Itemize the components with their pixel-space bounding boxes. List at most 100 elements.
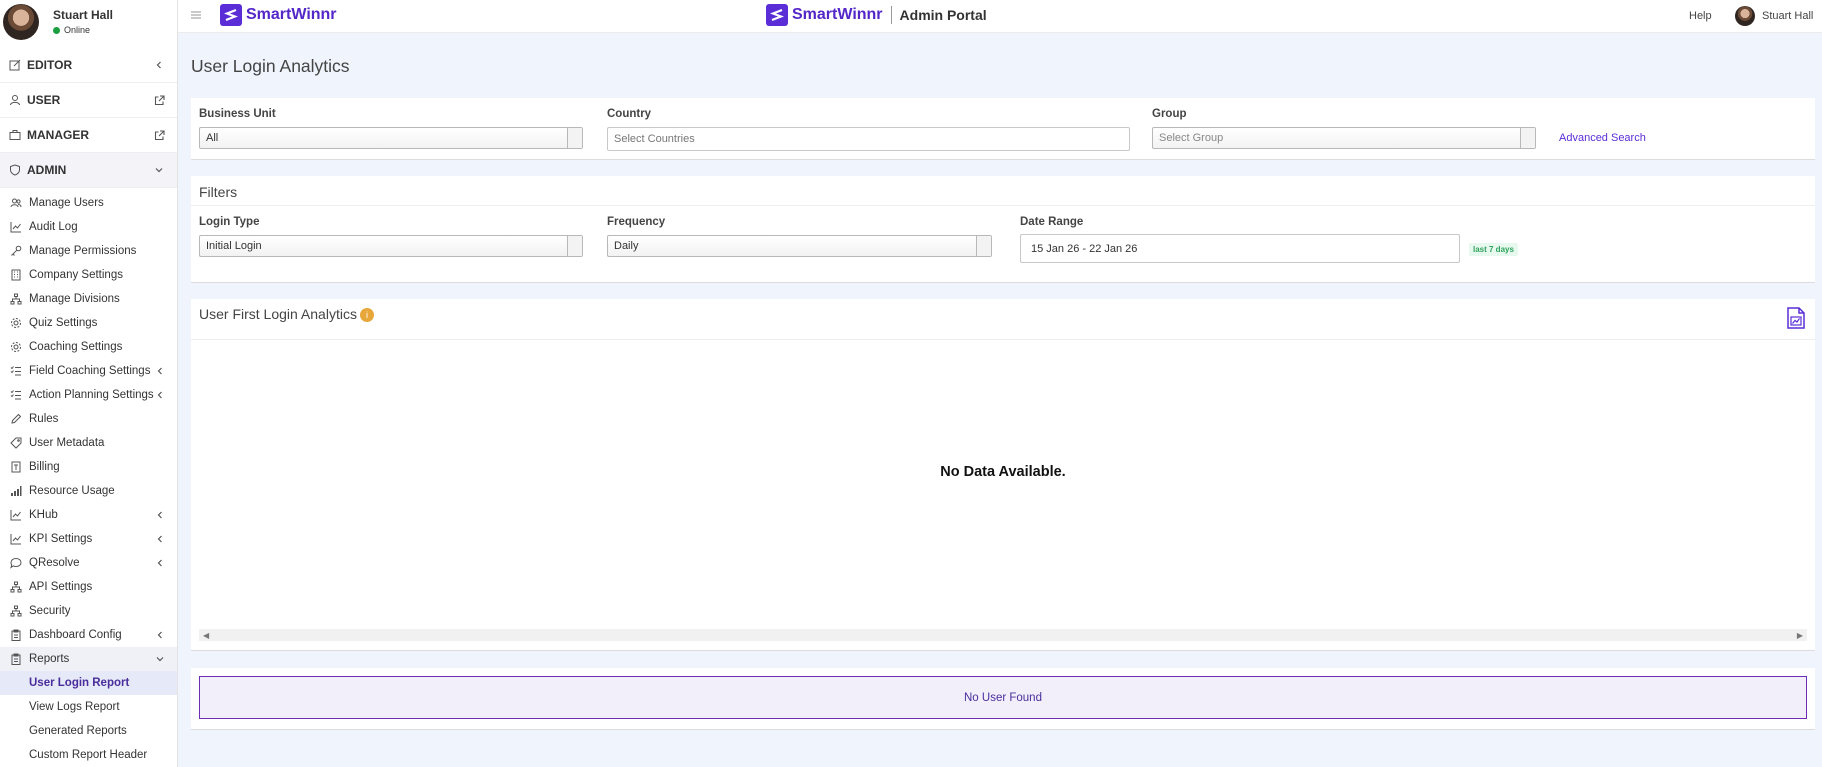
hierarchy-icon [10,605,22,617]
sidebar-user-panel: Stuart Hall Online [0,0,177,43]
sidebar-section-admin[interactable]: ADMIN [0,153,177,188]
sidebar-subitem-user-login-report[interactable]: User Login Report [0,671,177,695]
sidebar-item-kpi-settings[interactable]: KPI Settings [0,527,177,551]
sidebar-item-billing[interactable]: Billing [0,455,177,479]
sidebar-item-security[interactable]: Security [0,599,177,623]
analytics-title-row: User First Login Analytics i [199,306,374,323]
sidebar-item-manage-divisions[interactable]: Manage Divisions [0,287,177,311]
external-link-icon[interactable] [153,94,165,106]
sidebar-section-user[interactable]: USER [0,83,177,118]
group-placeholder: Select Group [1159,132,1224,144]
chevron-left-icon [155,390,165,400]
sidebar-item-qresolve[interactable]: QResolve [0,551,177,575]
dropdown-arrow-icon [976,236,991,256]
sidebar-section-manager[interactable]: MANAGER [0,118,177,153]
business-unit-label: Business Unit [199,108,276,120]
business-unit-value: All [206,132,219,144]
chevron-left-icon [155,630,165,640]
portal-divider [890,6,892,24]
clipboard-icon [10,629,22,641]
scroll-right-icon[interactable]: ▶ [1797,631,1803,640]
list-checks-icon [10,389,22,401]
user-status: Online [53,25,113,35]
group-select[interactable]: Select Group [1152,127,1536,149]
search-panel: Business Unit All Country Select Countri… [191,98,1815,160]
filters-title: Filters [199,184,238,200]
sidebar-item-label: Security [29,605,71,617]
pen-icon [10,413,22,425]
chevron-down-icon [153,164,165,176]
login-type-select[interactable]: Initial Login [199,235,583,257]
brand-logo[interactable]: SmartWinnr [220,4,337,26]
sidebar-item-coaching-settings[interactable]: Coaching Settings [0,335,177,359]
sidebar-item-manage-users[interactable]: Manage Users [0,191,177,215]
edit-icon [8,59,21,72]
sidebar-item-manage-permissions[interactable]: Manage Permissions [0,239,177,263]
hierarchy-icon [10,293,22,305]
sidebar-item-label: Company Settings [29,269,123,281]
sidebar-item-reports[interactable]: Reports [0,647,177,671]
sidebar-item-api-settings[interactable]: API Settings [0,575,177,599]
sidebar-item-rules[interactable]: Rules [0,407,177,431]
frequency-select[interactable]: Daily [607,235,992,257]
sidebar-section-editor[interactable]: EDITOR [0,48,177,83]
frequency-label: Frequency [607,216,666,228]
user-avatar [3,3,39,40]
line-chart-icon [10,221,22,233]
export-report-icon[interactable] [1785,306,1807,330]
clipboard-icon [10,653,22,665]
sidebar-item-label: Rules [29,413,59,425]
hamburger-menu-icon[interactable] [190,9,202,21]
sidebar-item-action-planning-settings[interactable]: Action Planning Settings [0,383,177,407]
sidebar-subitem-custom-report-header[interactable]: Custom Report Header [0,743,177,767]
horizontal-scrollbar[interactable]: ◀ ▶ [199,629,1807,641]
key-icon [10,245,22,257]
sidebar-item-field-coaching-settings[interactable]: Field Coaching Settings [0,359,177,383]
analytics-divider [191,339,1815,340]
sidebar-section-user-label: USER [27,93,61,107]
tag-icon [10,437,22,449]
sidebar-item-label: QResolve [29,557,80,569]
dropdown-arrow-icon [1520,128,1535,148]
sidebar-item-label: Reports [29,653,70,665]
page-title: User Login Analytics [191,56,350,76]
chevron-left-icon [155,534,165,544]
business-unit-select[interactable]: All [199,127,583,149]
dropdown-arrow-icon [567,236,582,256]
sidebar-item-khub[interactable]: KHub [0,503,177,527]
smartwinnr-logo-icon [766,4,788,26]
login-type-label: Login Type [199,216,260,228]
no-data-message: No Data Available. [940,464,1066,480]
date-range-value: 15 Jan 26 - 22 Jan 26 [1031,242,1138,255]
sidebar-item-audit-log[interactable]: Audit Log [0,215,177,239]
user-icon [8,94,21,107]
smartwinnr-logo-icon [220,4,242,26]
sidebar-subitem-view-logs-report[interactable]: View Logs Report [0,695,177,719]
login-type-value: Initial Login [206,240,262,252]
sidebar-subitem-generated-reports[interactable]: Generated Reports [0,719,177,743]
gear-icon [10,341,22,353]
briefcase-icon [8,129,21,142]
date-range-label: Date Range [1020,216,1084,228]
sidebar-item-dashboard-config[interactable]: Dashboard Config [0,623,177,647]
list-checks-icon [10,365,22,377]
chevron-left-icon [153,59,165,71]
date-range-input[interactable]: 15 Jan 26 - 22 Jan 26 [1020,234,1460,263]
country-input[interactable]: Select Countries [607,127,1130,151]
online-status-icon [53,26,60,34]
header-user-menu[interactable]: Stuart Hall [1735,6,1813,26]
filters-panel: Filters Login Type Initial Login Frequen… [191,176,1815,283]
sidebar-item-label: Resource Usage [29,485,115,497]
sidebar-item-label: KHub [29,509,58,521]
sidebar-item-company-settings[interactable]: Company Settings [0,263,177,287]
info-icon[interactable]: i [359,308,374,323]
no-user-message: No User Found [199,676,1807,719]
advanced-search-link[interactable]: Advanced Search [1559,132,1646,144]
scroll-left-icon[interactable]: ◀ [203,631,209,640]
sidebar-item-resource-usage[interactable]: Resource Usage [0,479,177,503]
brand-name: SmartWinnr [246,6,337,23]
sidebar-item-quiz-settings[interactable]: Quiz Settings [0,311,177,335]
help-link[interactable]: Help [1689,10,1712,22]
sidebar-item-user-metadata[interactable]: User Metadata [0,431,177,455]
external-link-icon[interactable] [153,129,165,141]
